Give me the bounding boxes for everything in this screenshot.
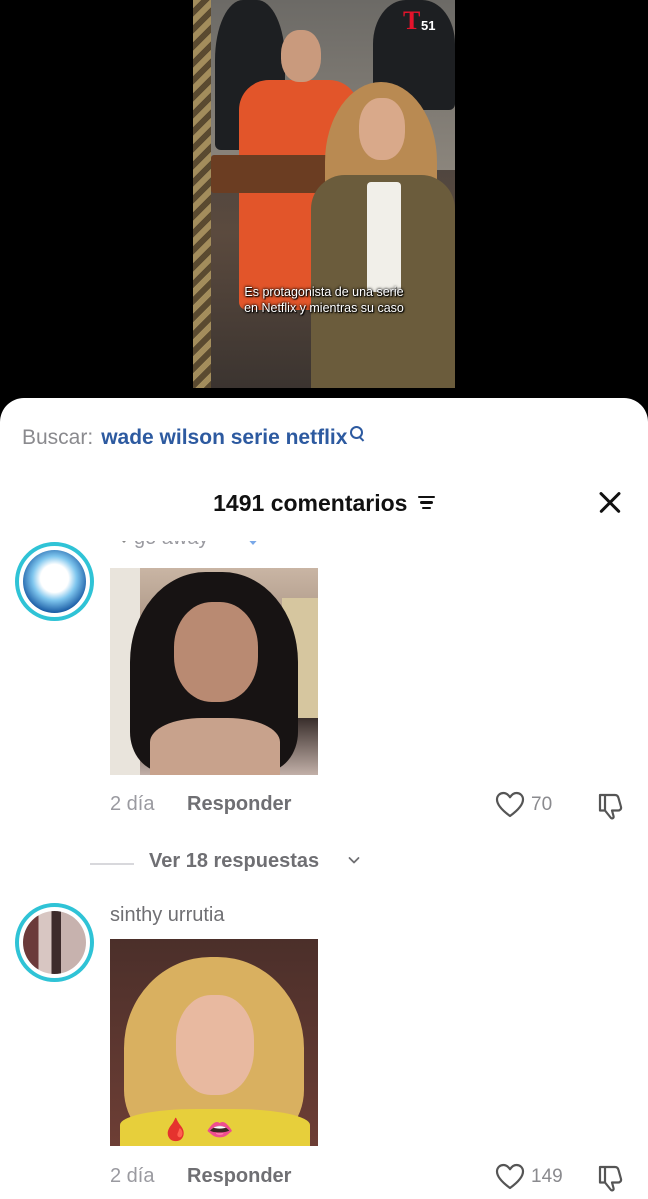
comments-title: 1491 comentarios bbox=[0, 490, 648, 517]
comment-gif[interactable] bbox=[110, 568, 318, 775]
reply-button[interactable]: Responder bbox=[187, 1165, 291, 1188]
video-caption-line: Es protagonista de una serie bbox=[244, 285, 404, 299]
video-caption-line: en Netflix y mientras su caso bbox=[244, 301, 404, 315]
video-side-stripe bbox=[193, 0, 211, 388]
video-figure-anchor-top bbox=[367, 182, 401, 292]
view-replies-button[interactable]: Ver 18 respuestas bbox=[90, 850, 390, 876]
close-icon[interactable] bbox=[597, 490, 623, 516]
avatar[interactable] bbox=[15, 903, 94, 982]
comments-sheet: Buscar: wade wilson serie netflix 1491 c… bbox=[0, 398, 648, 1199]
network-logo: T 51 bbox=[403, 8, 443, 34]
heart-icon[interactable] bbox=[495, 791, 525, 819]
sort-icon[interactable] bbox=[417, 495, 435, 510]
network-logo-number: 51 bbox=[421, 18, 436, 33]
comment-time: 2 día bbox=[110, 793, 155, 815]
avatar[interactable] bbox=[15, 542, 94, 621]
comment-actions: 2 día Responder 70 bbox=[110, 791, 630, 821]
replies-divider bbox=[90, 863, 134, 865]
search-suggestion[interactable]: Buscar: wade wilson serie netflix bbox=[22, 426, 366, 456]
dislike-icon[interactable] bbox=[594, 791, 626, 821]
search-icon[interactable] bbox=[350, 426, 366, 442]
like-button[interactable]: 70 bbox=[495, 791, 552, 819]
comment-username[interactable]: go away bbox=[134, 541, 209, 550]
chevron-down-icon[interactable] bbox=[348, 854, 360, 866]
reply-button[interactable]: Responder bbox=[187, 793, 291, 816]
video-frame[interactable]: T 51 Es protagonista de una serie en Net… bbox=[193, 0, 455, 388]
heart-badge-icon bbox=[244, 541, 262, 545]
heart-icon[interactable] bbox=[495, 1163, 525, 1191]
video-figure-prisoner-head bbox=[281, 30, 321, 82]
lips-emoji-icon: 👄 bbox=[206, 1117, 234, 1142]
like-count: 70 bbox=[531, 794, 553, 815]
video-figure-anchor-face bbox=[359, 98, 405, 160]
view-replies-label[interactable]: Ver 18 respuestas bbox=[149, 850, 319, 873]
like-count: 149 bbox=[531, 1166, 563, 1187]
comment-list[interactable]: go away 2 día Responder 70 Ver 18 respue… bbox=[0, 541, 648, 1199]
username-badge-icon bbox=[116, 541, 132, 543]
network-logo-letter: T bbox=[403, 6, 421, 35]
video-player[interactable]: T 51 Es protagonista de una serie en Net… bbox=[0, 0, 648, 420]
search-query-link[interactable]: wade wilson serie netflix bbox=[101, 426, 347, 450]
like-button[interactable]: 149 bbox=[495, 1163, 563, 1191]
comment-time: 2 día bbox=[110, 1165, 155, 1187]
comment-actions: 2 día Responder 149 bbox=[110, 1163, 630, 1193]
video-caption: Es protagonista de una serie en Netflix … bbox=[193, 284, 455, 316]
dislike-icon[interactable] bbox=[594, 1163, 626, 1193]
comments-header: 1491 comentarios bbox=[0, 490, 648, 530]
comments-count: 1491 comentarios bbox=[213, 490, 408, 516]
search-label: Buscar: bbox=[22, 426, 94, 449]
drop-emoji-icon: 🩸 bbox=[162, 1117, 190, 1142]
comment-gif[interactable]: 🩸 👄 bbox=[110, 939, 318, 1146]
comment-username[interactable]: sinthy urrutia bbox=[110, 904, 225, 927]
